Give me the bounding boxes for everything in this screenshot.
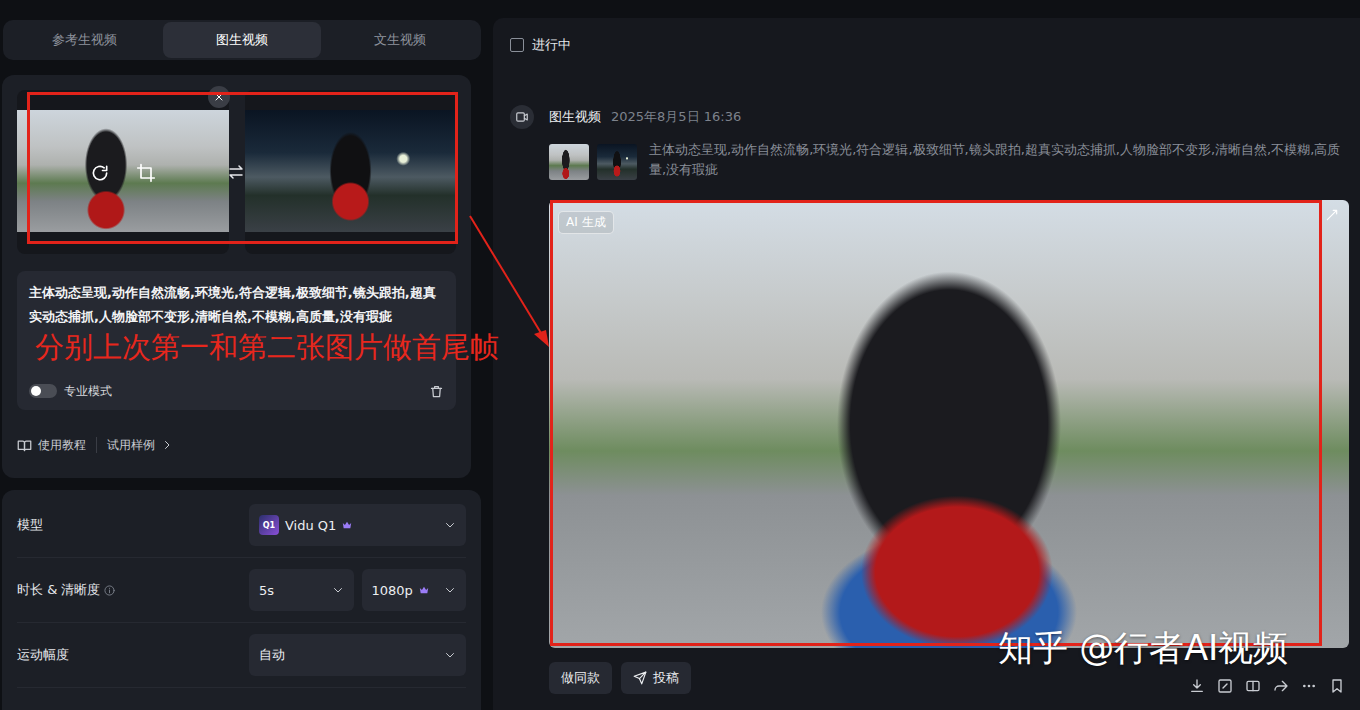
annotation-text: 分别上次第一和第二张图片做首尾帧 bbox=[35, 328, 499, 368]
setting-dropdown[interactable]: 5s bbox=[249, 569, 354, 611]
extend-icon[interactable] bbox=[1245, 678, 1261, 694]
download-icon[interactable] bbox=[1189, 678, 1205, 694]
mode-tab[interactable]: 参考生视频 bbox=[5, 22, 163, 58]
generated-video[interactable]: AI 生成 bbox=[549, 200, 1349, 648]
in-progress-filter[interactable]: 进行中 bbox=[510, 36, 1349, 54]
setting-dropdown[interactable]: 自动 bbox=[249, 634, 466, 676]
first-frame-image bbox=[17, 110, 229, 232]
crop-icon[interactable] bbox=[135, 162, 157, 184]
close-icon[interactable] bbox=[208, 86, 230, 108]
help-link[interactable]: 试用样例 bbox=[97, 437, 183, 454]
bookmark-icon[interactable] bbox=[1329, 678, 1345, 694]
chevron-right-icon bbox=[161, 439, 173, 451]
settings-card: 模型Q1Vidu Q1时长 & 清晰度5s1080p运动幅度自动 bbox=[2, 490, 481, 710]
action-button[interactable]: 投稿 bbox=[621, 662, 691, 694]
mode-tab[interactable]: 图生视频 bbox=[163, 22, 321, 58]
setting-row: 运动幅度自动 bbox=[17, 623, 466, 688]
first-frame-thumbnail bbox=[549, 144, 589, 180]
input-card: 主体动态呈现,动作自然流畅,环境光,符合逻辑,极致细节,镜头跟拍,超真实动态捕抓… bbox=[2, 75, 471, 478]
action-button[interactable]: 做同款 bbox=[549, 662, 612, 694]
chevron-down-icon bbox=[444, 584, 456, 596]
help-link[interactable]: 使用教程 bbox=[17, 437, 96, 454]
setting-dropdown[interactable]: Q1Vidu Q1 bbox=[249, 504, 466, 546]
checkbox[interactable] bbox=[510, 38, 524, 52]
expand-icon[interactable] bbox=[1325, 208, 1339, 222]
ai-badge: AI 生成 bbox=[558, 211, 614, 234]
chevron-down-icon bbox=[444, 519, 456, 531]
crown-icon bbox=[342, 520, 352, 530]
chevron-down-icon bbox=[444, 649, 456, 661]
first-frame[interactable] bbox=[17, 90, 229, 254]
more-icon[interactable] bbox=[1301, 678, 1317, 694]
setting-row: 模型Q1Vidu Q1 bbox=[17, 493, 466, 558]
watermark: 知乎 @行者AI视频 bbox=[998, 628, 1288, 668]
history-item: 图生视频2025年8月5日 16:36主体动态呈现,动作自然流畅,环境光,符合逻… bbox=[510, 102, 1349, 694]
setting-dropdown[interactable]: 1080p bbox=[362, 569, 467, 611]
edit-icon[interactable] bbox=[1217, 678, 1233, 694]
toggle[interactable] bbox=[29, 384, 57, 398]
results-panel: 进行中图生视频2025年8月5日 16:36主体动态呈现,动作自然流畅,环境光,… bbox=[493, 18, 1360, 710]
pro-mode-switch[interactable]: 专业模式 bbox=[29, 383, 112, 400]
last-frame-thumbnail bbox=[597, 144, 637, 180]
crown-icon bbox=[419, 585, 429, 595]
share-icon[interactable] bbox=[1273, 678, 1289, 694]
info-icon bbox=[104, 585, 115, 596]
chevron-down-icon bbox=[332, 584, 344, 596]
send-icon bbox=[633, 671, 647, 685]
frame-images bbox=[17, 90, 456, 254]
mode-tabs: 参考生视频图生视频文生视频 bbox=[3, 20, 481, 60]
last-frame-image bbox=[245, 110, 457, 232]
swap-icon[interactable] bbox=[226, 162, 246, 182]
rotate-icon[interactable] bbox=[89, 162, 111, 184]
mode-tab[interactable]: 文生视频 bbox=[321, 22, 479, 58]
help-links: 使用教程试用样例 bbox=[17, 434, 456, 456]
annotation-box bbox=[27, 92, 458, 244]
annotation-box bbox=[550, 200, 1322, 646]
trash-icon[interactable] bbox=[429, 384, 444, 399]
book-icon bbox=[17, 438, 32, 453]
image-to-video-icon bbox=[510, 105, 534, 129]
model-logo: Q1 bbox=[259, 515, 279, 535]
last-frame[interactable] bbox=[245, 90, 457, 254]
setting-row: 时长 & 清晰度5s1080p bbox=[17, 558, 466, 623]
